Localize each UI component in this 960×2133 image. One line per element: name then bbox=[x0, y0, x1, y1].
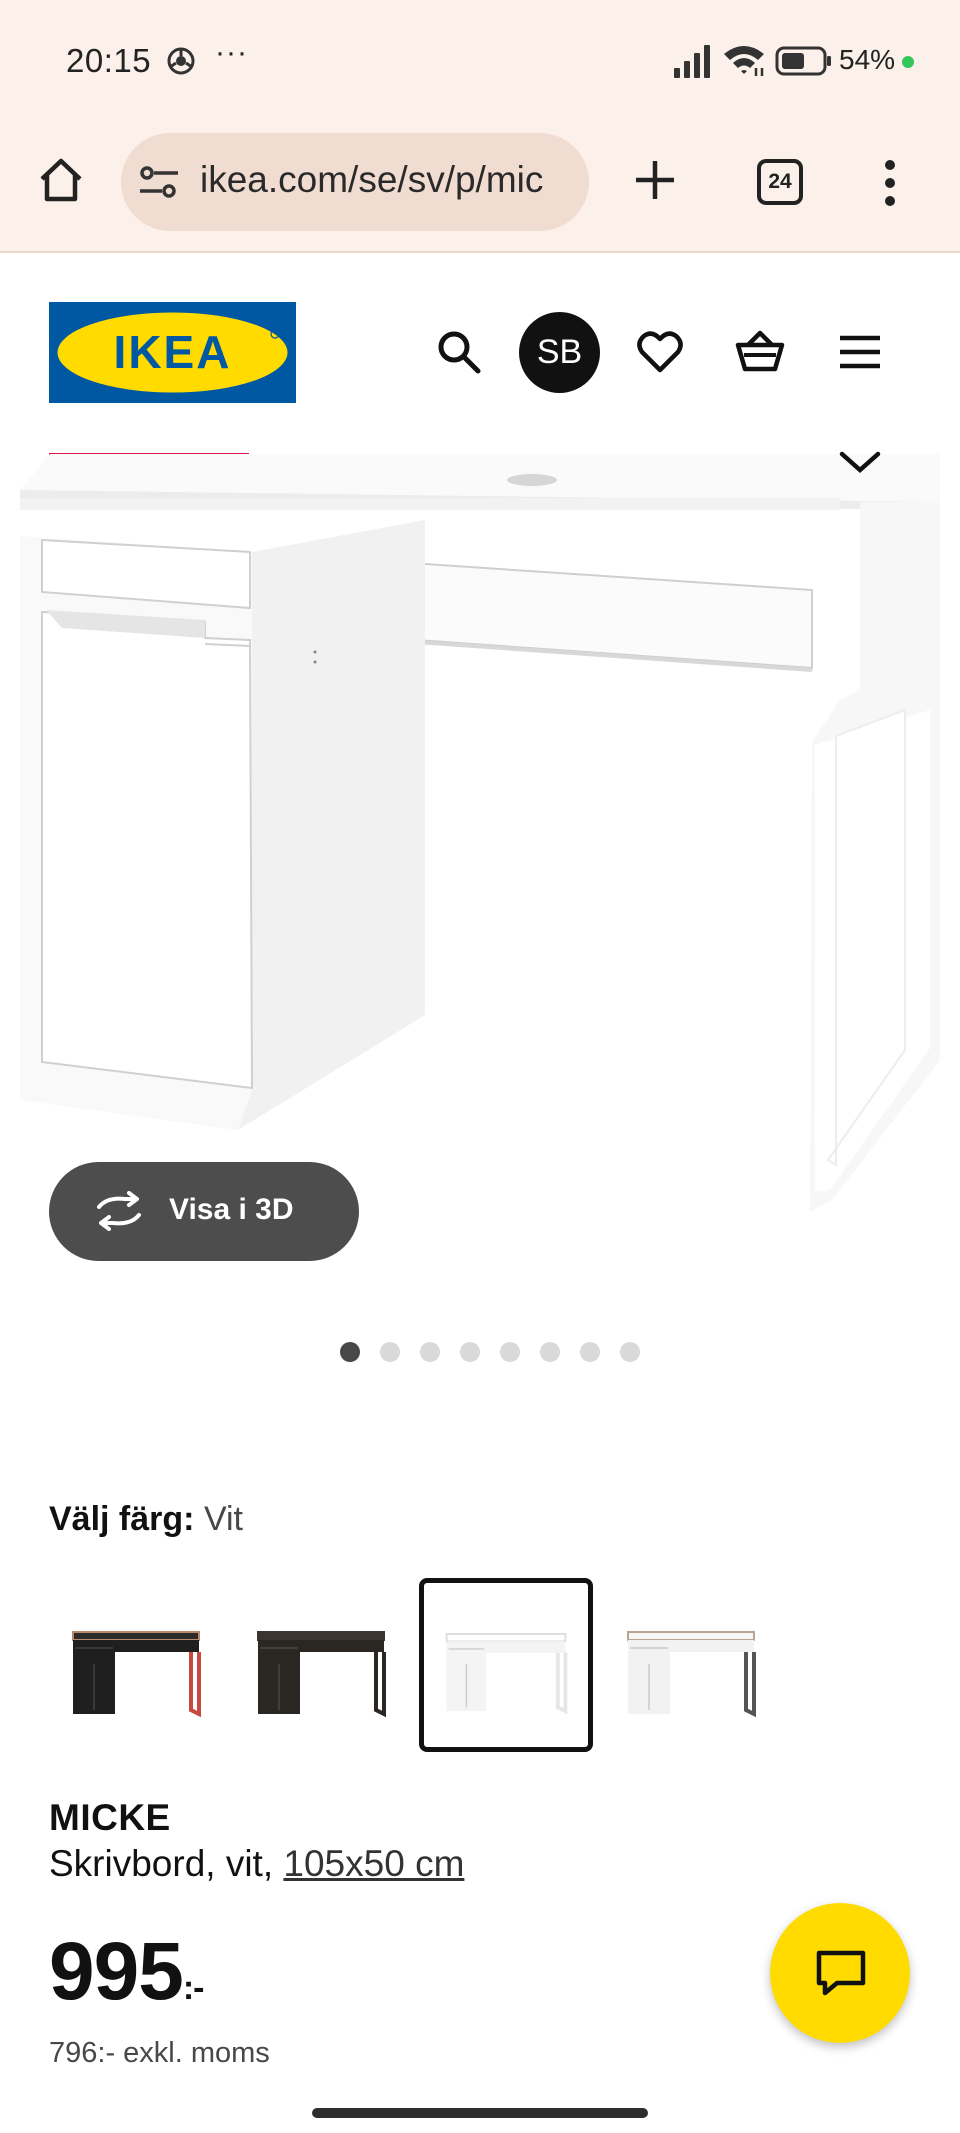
color-swatch-white[interactable] bbox=[419, 1578, 593, 1752]
gallery-pagination bbox=[0, 1340, 960, 1364]
gallery-dot[interactable] bbox=[420, 1342, 440, 1362]
gallery-dot[interactable] bbox=[500, 1342, 520, 1362]
color-swatch-black-red[interactable] bbox=[49, 1578, 223, 1752]
heart-icon[interactable] bbox=[637, 330, 683, 374]
gallery-dot[interactable] bbox=[460, 1342, 480, 1362]
gallery-dot[interactable] bbox=[580, 1342, 600, 1362]
product-description: Skrivbord, vit, 105x50 cm bbox=[49, 1843, 464, 1885]
hamburger-menu-icon[interactable] bbox=[838, 334, 882, 370]
gallery-dot[interactable] bbox=[340, 1342, 360, 1362]
home-indicator[interactable] bbox=[312, 2108, 648, 2118]
ikea-logo[interactable]: IKEA bbox=[49, 302, 296, 403]
search-icon[interactable] bbox=[436, 329, 482, 375]
wifi-icon bbox=[724, 46, 764, 76]
plus-icon[interactable] bbox=[630, 155, 680, 205]
status-more-dots: ··· bbox=[215, 36, 248, 69]
desk-thumbnail-black-brown bbox=[257, 1631, 386, 1718]
chevron-down-icon[interactable] bbox=[838, 448, 882, 476]
more-vert-icon[interactable] bbox=[883, 159, 897, 207]
color-label-value: Vit bbox=[203, 1500, 244, 1538]
color-swatch-black-brown[interactable] bbox=[234, 1578, 408, 1752]
color-selector-label: Välj färg: Vit bbox=[49, 1500, 243, 1539]
tab-switcher-button[interactable]: 24 bbox=[757, 159, 803, 205]
browser-toolbar: ikea.com/se/sv/p/mic 24 bbox=[0, 125, 960, 253]
gallery-dot[interactable] bbox=[620, 1342, 640, 1362]
price-suffix: :- bbox=[182, 1969, 205, 2007]
product-name: MICKE bbox=[49, 1797, 171, 1838]
product-price: 995:- bbox=[49, 1925, 205, 2019]
signal-icon bbox=[674, 45, 710, 78]
price-value: 995 bbox=[49, 1926, 184, 2017]
avatar[interactable]: SB bbox=[519, 312, 600, 393]
color-label-title: Välj färg: bbox=[49, 1500, 195, 1538]
product-size-link[interactable]: 105x50 cm bbox=[283, 1843, 464, 1884]
rotate-3d-icon bbox=[97, 1191, 141, 1231]
privacy-indicator-dot bbox=[902, 56, 914, 68]
cart-icon[interactable] bbox=[734, 329, 786, 375]
gallery-dot[interactable] bbox=[380, 1342, 400, 1362]
home-icon[interactable] bbox=[36, 155, 86, 205]
desk-thumbnail-white bbox=[445, 1632, 568, 1715]
desk-thumbnail-white-anthracite bbox=[627, 1631, 756, 1718]
view-3d-label: Visa i 3D bbox=[169, 1193, 294, 1226]
color-swatch-white-anthracite[interactable] bbox=[604, 1578, 778, 1752]
url-text[interactable]: ikea.com/se/sv/p/mic bbox=[200, 159, 580, 201]
battery-icon bbox=[775, 46, 831, 76]
chat-button[interactable] bbox=[770, 1903, 910, 2043]
status-time: 20:15 bbox=[66, 42, 152, 79]
chrome-icon bbox=[167, 47, 195, 75]
product-type: Skrivbord, vit, bbox=[49, 1843, 284, 1884]
tune-icon[interactable] bbox=[138, 165, 180, 199]
gallery-dot[interactable] bbox=[540, 1342, 560, 1362]
status-bar: 20:15 ··· 54% bbox=[0, 0, 960, 125]
price-excl-vat: 796:- exkl. moms bbox=[49, 2037, 270, 2069]
logo-text: IKEA bbox=[114, 326, 232, 378]
battery-percent: 54% bbox=[839, 44, 896, 75]
chat-icon bbox=[816, 1950, 866, 1996]
view-3d-button[interactable]: Visa i 3D bbox=[49, 1162, 359, 1261]
desk-thumbnail-black-red bbox=[72, 1631, 201, 1718]
product-image[interactable] bbox=[0, 440, 960, 1230]
